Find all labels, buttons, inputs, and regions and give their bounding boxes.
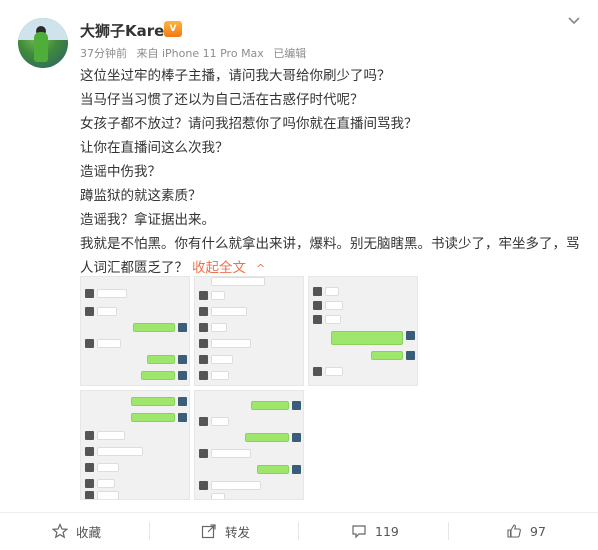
comment-button[interactable]: 119 [351, 520, 399, 542]
share-icon [201, 524, 216, 539]
chevron-down-icon[interactable] [566, 14, 582, 28]
post-time[interactable]: 37分钟前 [80, 47, 127, 60]
post-line: 蹲监狱的就这素质？ [80, 188, 202, 204]
avatar[interactable] [18, 18, 68, 68]
post-text: 这位坐过牢的棒子主播，请问我大哥给你刷少了吗？ 当马仔当习惯了还以为自己活在古惑… [80, 64, 580, 281]
collapse-full-text-link[interactable]: 收起全文 [192, 260, 246, 276]
post-meta: 37分钟前 来自 iPhone 11 Pro Max 已编辑 [80, 45, 312, 61]
star-icon [52, 523, 68, 539]
like-button[interactable]: 97 [506, 520, 546, 542]
post-line: 这位坐过牢的棒子主播，请问我大哥给你刷少了吗？ [80, 68, 391, 84]
weibo-post-card: 大狮子Karen V 37分钟前 来自 iPhone 11 Pro Max 已编… [0, 0, 598, 550]
footer-divider [0, 512, 598, 513]
chat-screenshot-2[interactable] [194, 276, 304, 386]
post-line: 我就是不怕黑。你有什么就拿出来讲，爆料。别无脑瞎黑。书读少了，牢坐多了，骂人词汇… [80, 236, 580, 276]
chat-screenshot-4[interactable] [80, 390, 190, 500]
chevron-up-icon[interactable]: ^ [256, 262, 265, 275]
like-count: 97 [530, 523, 546, 539]
author-name[interactable]: 大狮子Karen [80, 20, 175, 41]
post-line: 当马仔当习惯了还以为自己活在古惑仔时代呢？ [80, 92, 364, 108]
favorite-button[interactable]: 收藏 [52, 520, 101, 542]
comment-icon [352, 525, 366, 539]
repost-label: 转发 [225, 524, 251, 540]
edited-label[interactable]: 已编辑 [273, 47, 306, 60]
thumbs-up-icon [507, 524, 521, 538]
chat-screenshot-1[interactable] [80, 276, 190, 386]
post-line: 造谣我？拿证据出来。 [80, 212, 215, 228]
chat-screenshot-5[interactable] [194, 390, 304, 500]
divider [149, 522, 150, 540]
post-source: 来自 iPhone 11 Pro Max [136, 47, 264, 60]
chat-screenshot-3[interactable] [308, 276, 418, 386]
repost-button[interactable]: 转发 [201, 520, 250, 542]
favorite-label: 收藏 [76, 524, 102, 540]
post-line: 让你在直播间这么次我？ [80, 140, 229, 156]
divider [298, 522, 299, 540]
vip-badge-icon: V [164, 21, 182, 37]
post-line: 女孩子都不放过？请问我招惹你了吗你就在直播间骂我？ [80, 116, 418, 132]
post-last-paragraph: 我就是不怕黑。你有什么就拿出来讲，爆料。别无脑瞎黑。书读少了，牢坐多了，骂人词汇… [80, 232, 580, 281]
divider [448, 522, 449, 540]
comment-count: 119 [375, 523, 399, 539]
post-line: 造谣中伤我？ [80, 164, 161, 180]
